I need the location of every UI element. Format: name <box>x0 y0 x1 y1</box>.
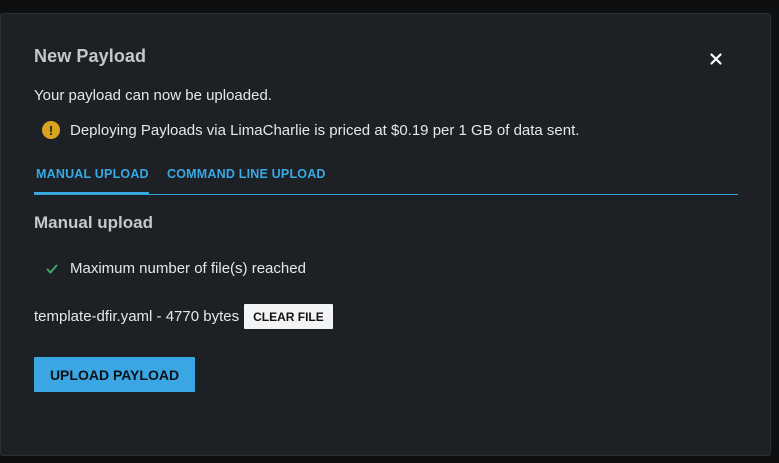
dialog-title: New Payload <box>34 46 147 66</box>
tab-manual-upload[interactable]: MANUAL UPLOAD <box>36 167 149 181</box>
warning-icon: ! <box>42 121 60 139</box>
new-payload-dialog: New Payload Your payload can now be uplo… <box>0 13 771 456</box>
dialog-description: Your payload can now be uploaded. <box>34 87 272 104</box>
upload-status: Maximum number of file(s) reached <box>46 260 306 277</box>
file-info: template-dfir.yaml - 4770 bytes <box>34 308 240 325</box>
upload-tabs: MANUAL UPLOAD COMMAND LINE UPLOAD <box>34 161 738 195</box>
selected-file-row: template-dfir.yaml - 4770 bytes CLEAR FI… <box>34 304 333 329</box>
pricing-notice-text: Deploying Payloads via LimaCharlie is pr… <box>70 121 580 139</box>
pricing-notice: ! Deploying Payloads via LimaCharlie is … <box>42 121 579 139</box>
status-text: Maximum number of file(s) reached <box>70 260 306 277</box>
close-icon[interactable] <box>706 49 726 69</box>
tab-command-line-upload[interactable]: COMMAND LINE UPLOAD <box>167 167 326 181</box>
upload-payload-button[interactable]: UPLOAD PAYLOAD <box>34 357 195 392</box>
active-tab-indicator <box>34 192 149 194</box>
clear-file-button[interactable]: CLEAR FILE <box>244 304 333 329</box>
check-icon <box>46 264 58 273</box>
section-title: Manual upload <box>34 213 153 232</box>
